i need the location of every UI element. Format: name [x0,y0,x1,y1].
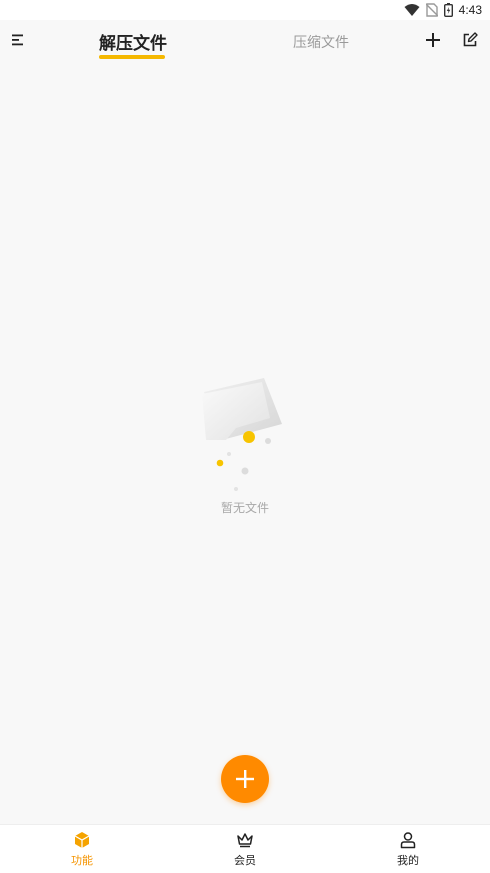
nav-label-profile: 我的 [397,854,419,867]
empty-message: 暂无文件 [220,501,269,515]
status-time: 4:43 [458,3,482,17]
edit-icon[interactable] [462,32,478,48]
menu-icon[interactable] [10,32,26,48]
status-icons: 4:43 [404,2,482,18]
tab-compress[interactable]: 压缩文件 [293,32,349,52]
plus-icon [236,770,254,788]
crown-icon [237,833,253,848]
no-sim-icon [425,3,438,17]
active-tab-indicator [99,55,165,59]
tab-extract[interactable]: 解压文件 [99,29,167,54]
nav-label-membership: 会员 [234,854,256,867]
wifi-icon [404,4,420,16]
add-icon[interactable] [424,31,442,49]
bottom-navigation: 功能 会员 我的 [0,824,490,873]
nav-item-features[interactable]: 功能 [42,831,122,868]
nav-label-features: 功能 [71,854,93,867]
nav-item-membership[interactable]: 会员 [205,831,285,868]
nav-item-profile[interactable]: 我的 [368,831,448,868]
top-bar: 解压文件 压缩文件 [0,20,490,60]
battery-charging-icon [443,3,453,17]
box-icon [74,832,90,848]
user-icon [400,832,416,849]
add-file-button[interactable] [221,755,269,803]
empty-folder-illustration [202,378,282,491]
status-bar: 4:43 [0,0,490,20]
